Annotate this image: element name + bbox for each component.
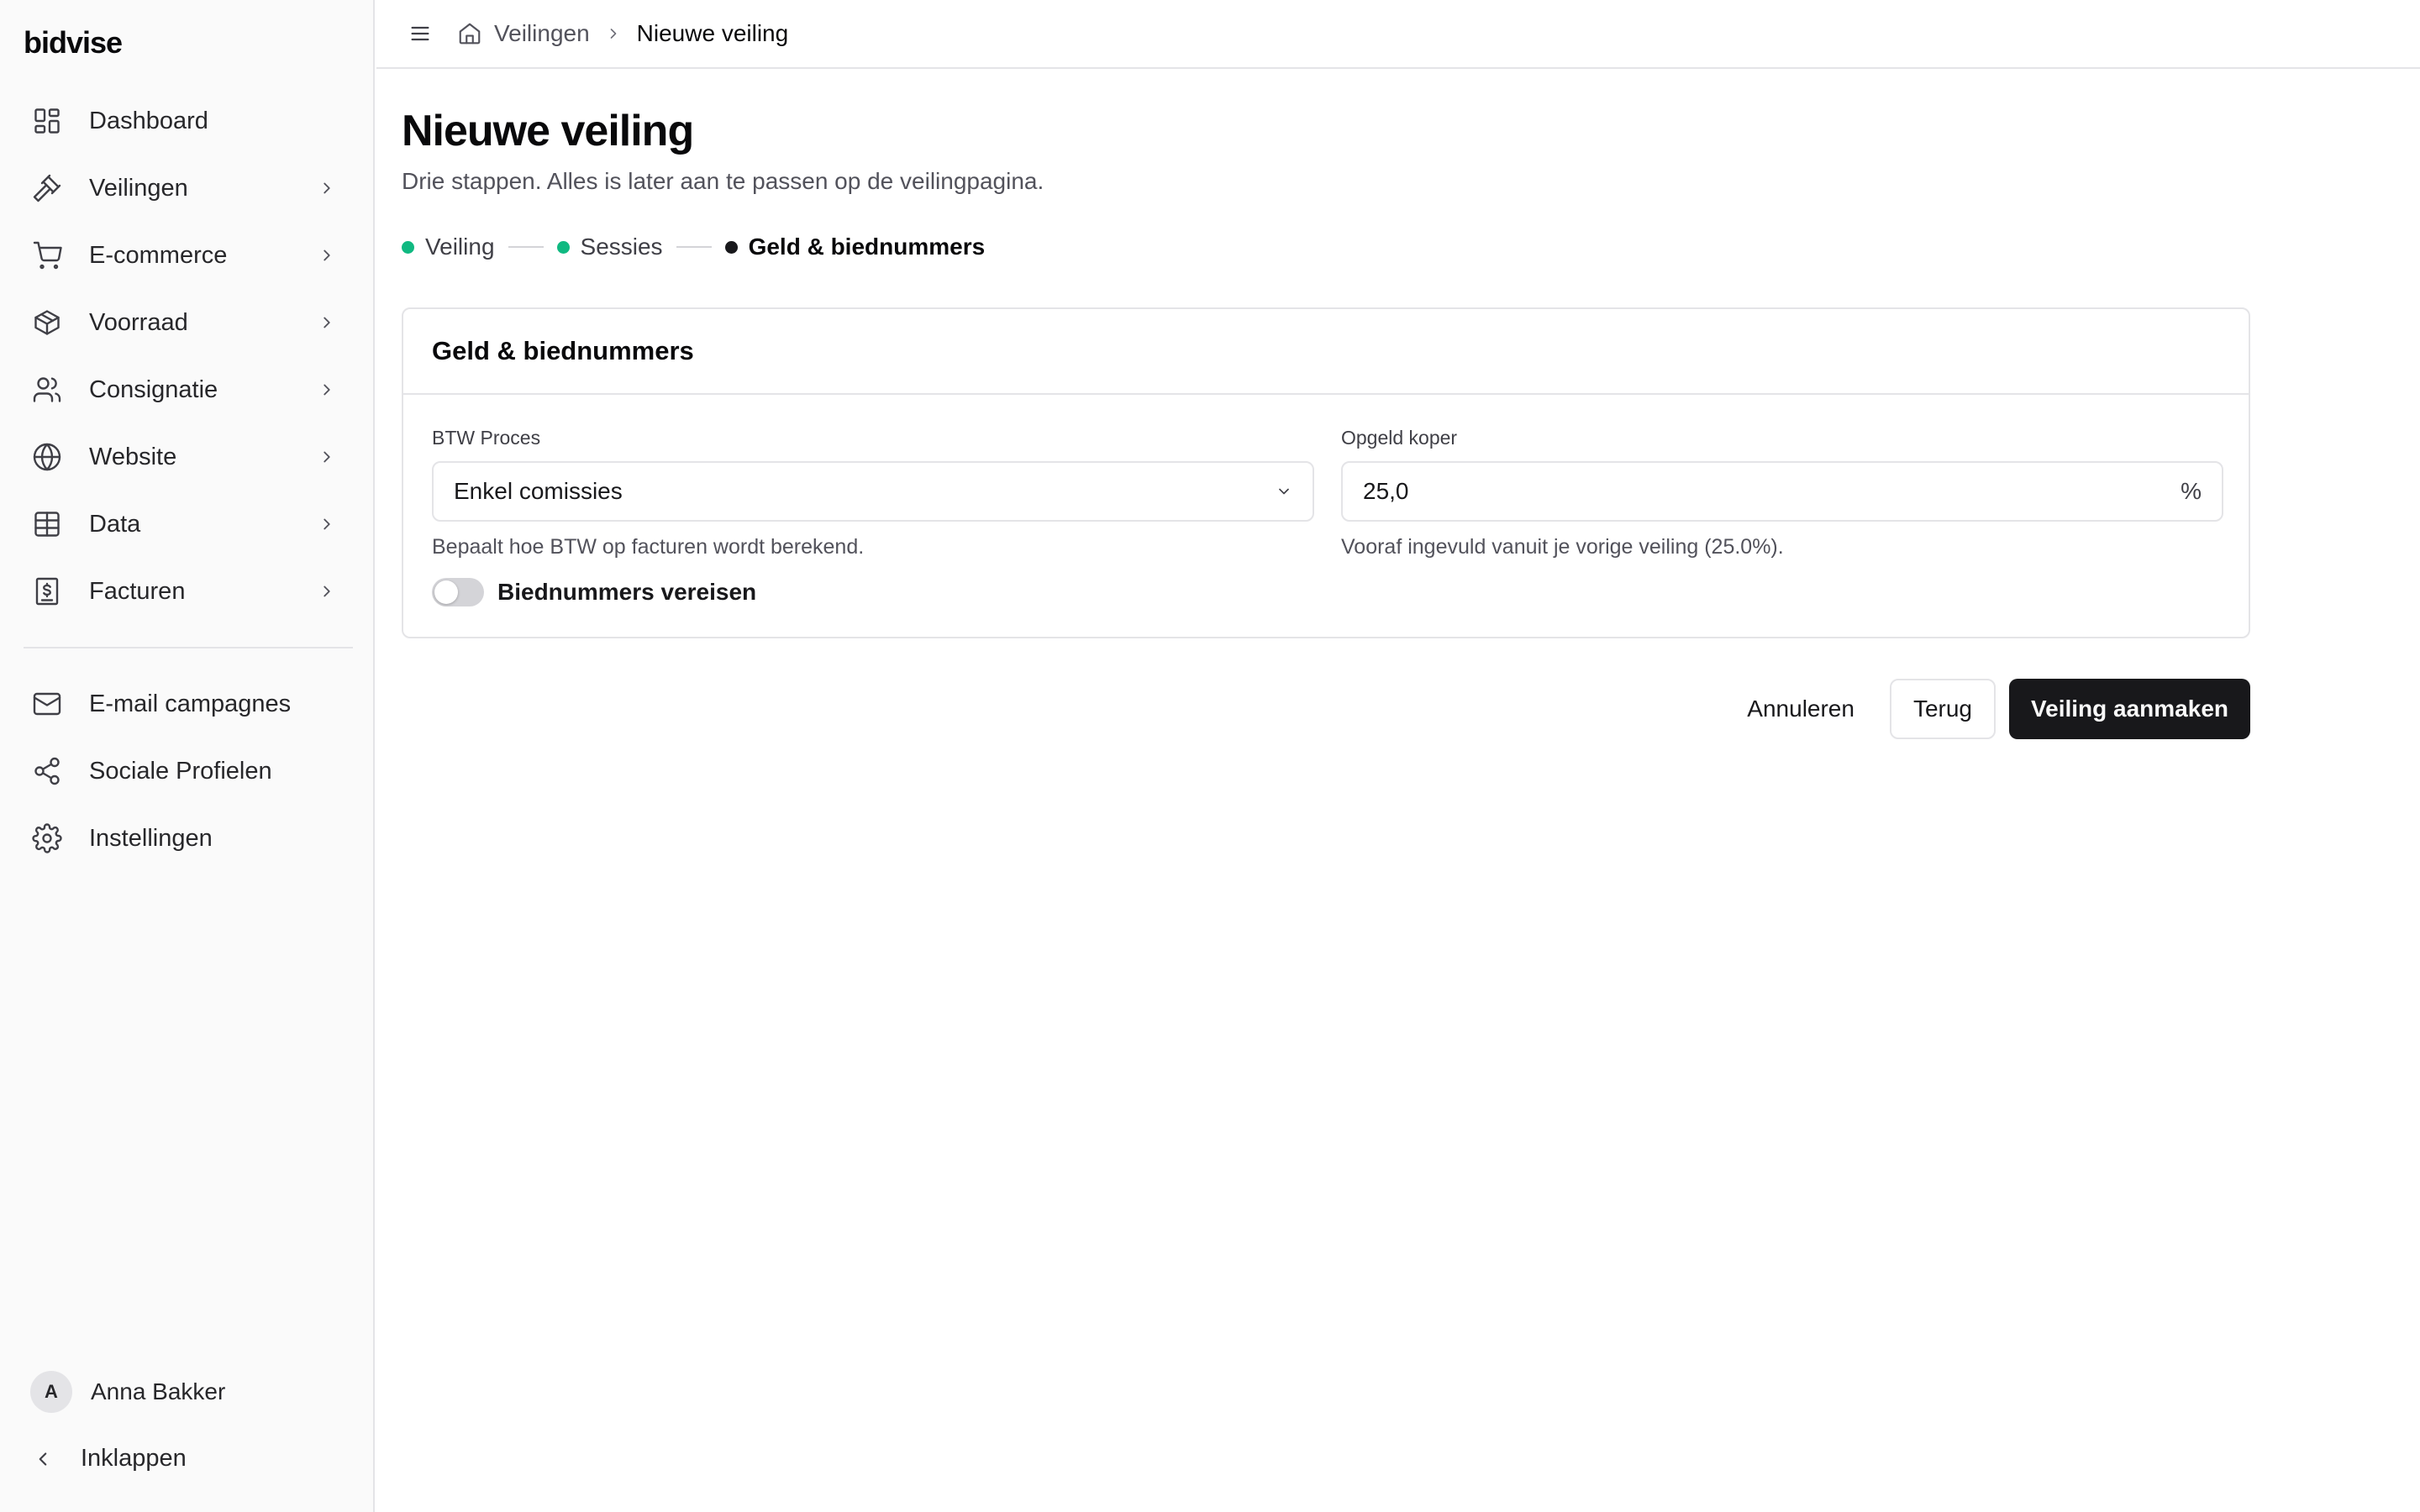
bidnumbers-toggle-label: Biednummers vereisen [497,579,757,605]
vat-process-label: BTW Proces [432,427,541,449]
bidnumbers-toggle-row: Biednummers vereisen [432,578,756,606]
menu-icon[interactable] [408,22,432,45]
cart-icon [32,240,62,270]
breadcrumb: Veilingen Nieuwe veiling [457,20,788,47]
sidebar-nav: Dashboard Veilingen E-commerce Voorraad … [24,87,353,872]
sidebar-item-label: Dashboard [89,107,208,134]
vat-process-field: BTW Proces Enkel comissies Bepaalt hoe B… [432,427,1314,559]
chevron-right-icon [318,582,336,601]
package-icon [32,307,62,338]
sidebar-item-label: Facturen [89,577,186,605]
step-label: Veiling [425,234,495,260]
toggle-knob [434,580,458,604]
back-button[interactable]: Terug [1889,679,1996,739]
chevron-right-icon [605,25,622,42]
mail-icon [32,689,62,719]
sidebar-item-email-campagnes[interactable]: E-mail campagnes [24,670,351,738]
step-label: Sessies [580,234,663,260]
chevron-right-icon [318,381,336,399]
vat-process-select[interactable]: Enkel comissies [432,461,1314,522]
sidebar-item-label: Instellingen [89,824,213,852]
buyer-premium-input[interactable]: 25,0 % [1341,461,2223,522]
users-icon [32,375,62,405]
page-subtitle: Drie stappen. Alles is later aan te pass… [402,168,1044,194]
buyer-premium-field: Opgeld koper 25,0 % Vooraf ingevuld vanu… [1341,427,2223,559]
card-title: Geld & biednummers [432,336,694,365]
page-title: Nieuwe veiling [402,107,694,155]
buyer-premium-value: 25,0 [1363,478,1409,504]
step-done-dot [402,240,414,254]
user-profile[interactable]: A Anna Bakker [30,1371,225,1413]
sidebar-divider [24,647,353,648]
collapse-label: Inklappen [81,1445,187,1472]
avatar: A [30,1371,72,1413]
buyer-premium-help: Vooraf ingevuld vanuit je vorige veiling… [1341,535,1784,559]
sidebar-item-facturen[interactable]: Facturen [24,558,351,625]
sidebar-item-consignatie[interactable]: Consignatie [24,356,351,423]
percent-suffix: % [2181,478,2202,504]
chevron-left-icon [32,1448,54,1470]
sidebar-item-dashboard[interactable]: Dashboard [24,87,351,155]
user-name: Anna Bakker [91,1378,226,1404]
home-icon[interactable] [457,21,482,46]
step-sessies[interactable]: Sessies [556,234,663,260]
sidebar: bidvise Dashboard Veilingen E-commerce V… [0,0,375,1512]
dashboard-icon [32,106,62,136]
chevron-right-icon [318,246,336,265]
sidebar-item-label: E-mail campagnes [89,690,292,717]
sidebar-item-data[interactable]: Data [24,491,351,558]
money-bidnumbers-card: Geld & biednummers BTW Proces Enkel comi… [402,307,2250,638]
sidebar-item-label: Consignatie [89,375,218,403]
collapse-sidebar-button[interactable]: Inklappen [32,1445,187,1473]
sidebar-item-label: Website [89,443,177,470]
card-header: Geld & biednummers [403,309,2249,395]
table-icon [32,509,62,539]
sidebar-item-label: Voorraad [89,308,188,336]
sidebar-item-website[interactable]: Website [24,423,351,491]
gear-icon [32,823,62,853]
form-actions: Annuleren Terug Veiling aanmaken [1725,679,2250,739]
create-auction-button[interactable]: Veiling aanmaken [2009,679,2250,739]
sidebar-item-voorraad[interactable]: Voorraad [24,289,351,356]
step-veiling[interactable]: Veiling [402,234,495,260]
app-logo[interactable]: bidvise [24,25,123,60]
sidebar-item-label: E-commerce [89,241,228,269]
breadcrumb-current: Nieuwe veiling [636,20,789,46]
chevron-right-icon [318,448,336,466]
sidebar-item-veilingen[interactable]: Veilingen [24,155,351,222]
sidebar-item-instellingen[interactable]: Instellingen [24,805,351,872]
chevron-right-icon [318,313,336,332]
vat-process-help: Bepaalt hoe BTW op facturen wordt bereke… [432,535,865,559]
gavel-icon [32,173,62,203]
sidebar-item-ecommerce[interactable]: E-commerce [24,222,351,289]
share-icon [32,756,62,786]
sidebar-item-label: Veilingen [89,174,188,202]
step-done-dot [556,240,570,254]
stepper: Veiling Sessies Geld & biednummers [402,234,985,260]
buyer-premium-label: Opgeld koper [1341,427,1458,449]
sidebar-item-label: Sociale Profielen [89,757,272,785]
step-connector [508,246,544,248]
step-connector [676,246,712,248]
breadcrumb-veilingen[interactable]: Veilingen [494,20,590,47]
cancel-button[interactable]: Annuleren [1725,679,1876,739]
top-bar: Veilingen Nieuwe veiling [376,0,2420,69]
step-label: Geld & biednummers [748,234,986,260]
sidebar-item-label: Data [89,510,141,538]
vat-process-value: Enkel comissies [454,478,623,504]
sidebar-item-sociale-profielen[interactable]: Sociale Profielen [24,738,351,805]
globe-icon [32,442,62,472]
chevron-right-icon [318,179,336,197]
chevron-right-icon [318,515,336,533]
receipt-icon [32,576,62,606]
step-geld-biednummers[interactable]: Geld & biednummers [724,234,986,260]
step-current-dot [724,240,738,254]
chevron-down-icon [1276,483,1292,500]
bidnumbers-toggle[interactable] [432,578,484,606]
